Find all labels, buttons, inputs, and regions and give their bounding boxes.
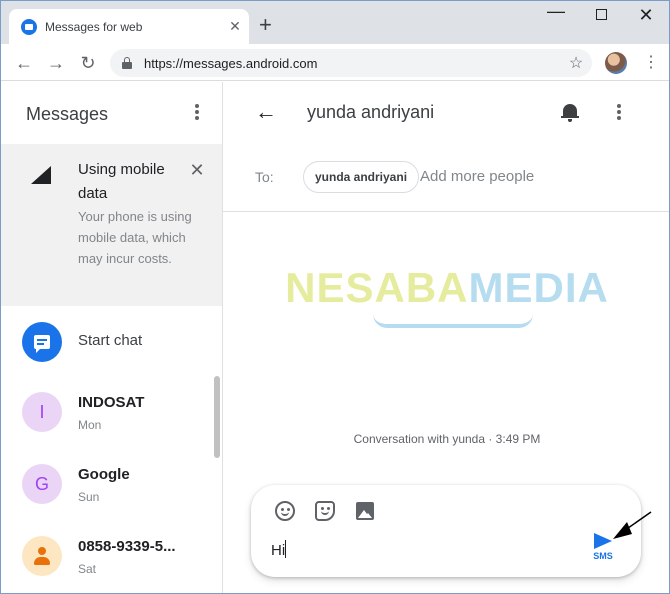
emoji-icon[interactable] (273, 499, 297, 523)
avatar: I (22, 392, 62, 432)
start-chat-icon (22, 322, 62, 362)
to-label: To: (255, 169, 274, 185)
tab-close-icon[interactable]: ✕ (221, 18, 249, 35)
watermark-logo: NESABAMEDIA (223, 264, 669, 312)
conversation-pane: ← yunda andriyani To: yunda andriyani Ad… (223, 82, 669, 593)
conversation-name: 0858-9339-5... (78, 538, 176, 555)
sidebar: Messages Using mobile data Your phone is… (1, 82, 223, 593)
reload-icon[interactable]: ↻ (77, 52, 99, 74)
sidebar-scrollbar[interactable] (214, 376, 220, 458)
avatar: G (22, 464, 62, 504)
browser-menu-icon[interactable]: ⋮ (641, 53, 661, 73)
conversation-time: Sat (78, 562, 97, 576)
recipients-bar: To: yunda andriyani Add more people (223, 144, 669, 212)
conversation-time: Mon (78, 418, 102, 432)
profile-avatar[interactable] (605, 52, 627, 74)
mobile-data-banner: Using mobile data Your phone is using mo… (1, 144, 222, 306)
watermark-wave (373, 314, 533, 328)
new-tab-icon[interactable]: + (259, 13, 272, 37)
browser-toolbar: ← → ↻ https://messages.android.com ☆ ⋮ (1, 44, 669, 81)
browser-window: Messages for web ✕ + — ✕ ← → ↻ https://m… (0, 0, 670, 594)
notifications-bell-icon[interactable] (561, 102, 579, 122)
conversation-item[interactable]: G Google Sun (1, 448, 213, 520)
title-bar: Messages for web ✕ + — ✕ (1, 1, 669, 44)
messages-app: Messages Using mobile data Your phone is… (1, 82, 669, 593)
bookmark-star-icon[interactable]: ☆ (560, 53, 592, 73)
conversation-name: Google (78, 466, 130, 483)
image-icon[interactable] (353, 499, 377, 523)
person-avatar-icon (22, 536, 62, 576)
send-label: SMS (593, 551, 613, 561)
conversation-name: INDOSAT (78, 394, 145, 411)
lock-icon (122, 57, 132, 69)
banner-title: Using mobile data (78, 161, 165, 202)
conversation-time: Sun (78, 490, 100, 504)
conversation-item[interactable]: I INDOSAT Mon (1, 376, 213, 448)
watermark-part2: MEDIA (468, 264, 609, 311)
start-chat-label: Start chat (78, 332, 143, 349)
conversation-more-icon[interactable] (609, 102, 629, 122)
start-chat-button[interactable]: Start chat (1, 306, 222, 376)
minimize-icon[interactable]: — (533, 1, 579, 22)
conversation-timestamp: Conversation with yunda · 3:49 PM (353, 432, 541, 446)
sidebar-title: Messages (26, 104, 109, 124)
signal-icon (31, 166, 51, 184)
conversation-title: yunda andriyani (307, 102, 435, 122)
forward-arrow-icon[interactable]: → (45, 52, 67, 74)
tab-title: Messages for web (45, 19, 143, 34)
messages-favicon-icon (21, 18, 37, 35)
banner-body: Your phone is using mobile data, which m… (78, 209, 192, 266)
conversation-item[interactable]: 0858-9339-5... Sat (1, 520, 213, 592)
text-caret (285, 540, 286, 558)
sidebar-header: Messages (1, 82, 222, 144)
conversation-header: ← yunda andriyani (223, 82, 669, 144)
sidebar-more-icon[interactable] (187, 102, 207, 122)
send-sms-button[interactable]: SMS (588, 531, 618, 565)
add-more-people-field[interactable]: Add more people (420, 168, 534, 185)
address-bar[interactable]: https://messages.android.com ☆ (110, 49, 592, 77)
send-icon (594, 533, 612, 549)
banner-close-icon[interactable]: ✕ (187, 160, 207, 181)
compose-box: SMS (251, 485, 641, 577)
watermark-part1: NESABA (285, 264, 469, 311)
close-window-icon[interactable]: ✕ (623, 5, 669, 26)
back-arrow-icon[interactable]: ← (13, 52, 35, 74)
recipient-chip[interactable]: yunda andriyani (303, 161, 420, 193)
url-text: https://messages.android.com (144, 55, 318, 71)
back-icon[interactable]: ← (255, 100, 277, 124)
sticker-icon[interactable] (313, 499, 337, 523)
message-input[interactable] (271, 539, 571, 561)
maximize-icon[interactable] (578, 5, 624, 25)
browser-tab[interactable]: Messages for web ✕ (9, 9, 249, 44)
